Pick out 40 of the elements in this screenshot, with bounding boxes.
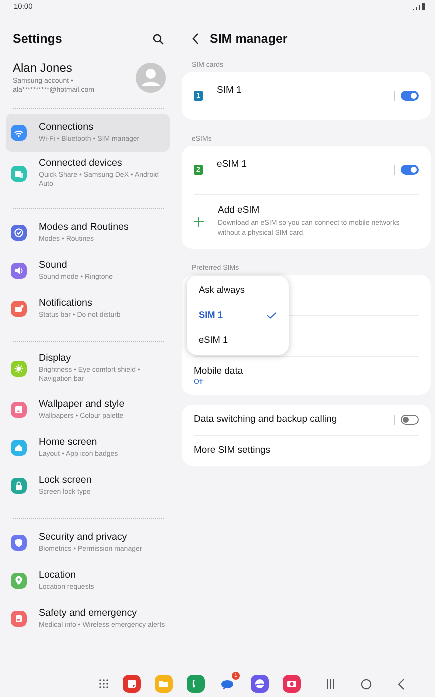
search-icon[interactable] bbox=[153, 34, 164, 44]
menu-option[interactable]: Ask always bbox=[187, 278, 289, 303]
status-icons-icon bbox=[412, 2, 426, 10]
sound-icon bbox=[11, 263, 27, 280]
recents-icon[interactable] bbox=[327, 679, 335, 689]
plus-icon bbox=[194, 216, 204, 227]
phone-app-icon[interactable] bbox=[187, 675, 205, 693]
pin-icon bbox=[11, 572, 27, 589]
image-icon bbox=[11, 402, 27, 418]
profile-name: Alan Jones bbox=[13, 61, 74, 75]
internet-app-icon[interactable] bbox=[251, 675, 269, 693]
wifi-icon bbox=[11, 125, 27, 142]
toggle-switch[interactable] bbox=[401, 414, 419, 425]
shield-icon bbox=[11, 534, 27, 551]
home-icon[interactable] bbox=[361, 678, 372, 690]
sim-name[interactable]: SIM 1 bbox=[217, 85, 394, 96]
back-icon[interactable] bbox=[192, 33, 200, 45]
menu-option[interactable]: SIM 1 bbox=[187, 302, 289, 328]
add-esim-link[interactable]: Add eSIM bbox=[218, 205, 419, 216]
setting-label[interactable]: More SIM settings bbox=[194, 445, 271, 456]
home-icon bbox=[11, 440, 27, 456]
app-drawer-icon[interactable] bbox=[99, 679, 109, 689]
devices-icon bbox=[11, 166, 27, 182]
bell-icon bbox=[11, 301, 27, 318]
pane-title: Settings bbox=[13, 32, 62, 46]
back-icon[interactable] bbox=[398, 678, 405, 690]
notes-app-icon[interactable] bbox=[123, 675, 141, 693]
sim-name[interactable]: eSIM 1 bbox=[217, 159, 394, 170]
setting-label[interactable]: Mobile data bbox=[194, 366, 244, 377]
toggle-switch[interactable] bbox=[401, 165, 419, 175]
toggle-switch[interactable] bbox=[401, 91, 419, 101]
menu-option[interactable]: eSIM 1 bbox=[187, 328, 289, 353]
lock-icon bbox=[11, 478, 27, 494]
sun-icon bbox=[11, 360, 27, 377]
setting-label[interactable]: Data switching and backup calling bbox=[194, 414, 394, 426]
camera-app-icon[interactable] bbox=[283, 675, 301, 693]
page-title: SIM manager bbox=[210, 32, 288, 46]
safety-icon bbox=[11, 610, 27, 627]
check-icon bbox=[11, 225, 27, 242]
checkmark-icon bbox=[267, 312, 277, 319]
